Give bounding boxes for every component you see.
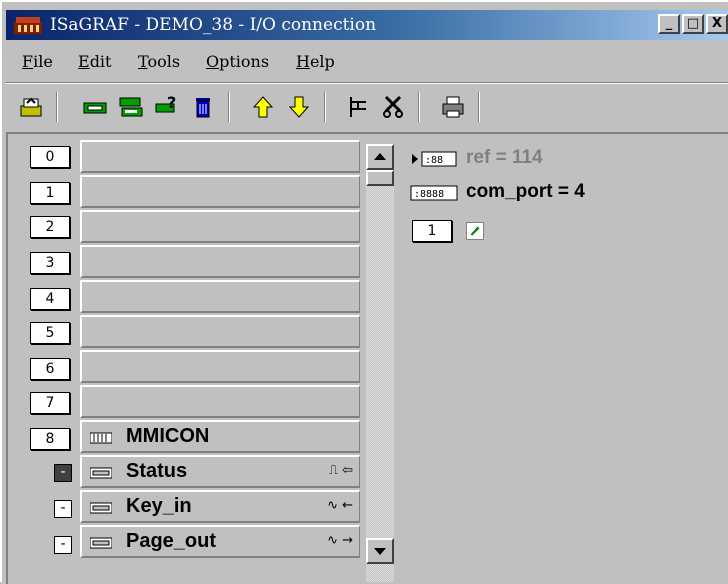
delete-icon[interactable] [190, 94, 216, 120]
slot-bar-2[interactable] [80, 210, 360, 243]
channel-pageout-toggle[interactable]: - [54, 536, 72, 554]
slot-bar-3[interactable] [80, 245, 360, 278]
window-title: ISaGRAF - DEMO_38 - I/O connection [50, 15, 377, 35]
svg-text:?: ? [167, 94, 176, 112]
slot-number-5[interactable]: 5 [30, 322, 70, 344]
toolbar-separator [418, 92, 420, 122]
isagraf-app-icon [14, 17, 42, 34]
move-down-icon[interactable] [286, 94, 312, 120]
arrow-up-icon [374, 153, 386, 160]
scroll-up-button[interactable] [366, 144, 394, 170]
channel-keyin-toggle[interactable]: - [54, 500, 72, 518]
signal-input-icon: ⎍ ⇦ [328, 463, 353, 478]
slot-bar-4[interactable] [80, 280, 360, 313]
toolbar-separator [228, 92, 230, 122]
vertical-scrollbar[interactable] [366, 144, 394, 582]
slot-number-1[interactable]: 1 [30, 182, 70, 204]
svg-text::88: :88 [425, 155, 443, 166]
toolbar-separator [324, 92, 326, 122]
signal-input-icon: ∿ ← [327, 498, 353, 513]
connect-icon[interactable] [346, 94, 372, 120]
menu-help[interactable]: Help [296, 52, 335, 71]
menu-tools[interactable]: Tools [138, 52, 180, 71]
ref-property: ref = 114 [466, 147, 543, 168]
print-icon[interactable] [440, 94, 466, 120]
channel-label: Key_in [126, 495, 192, 517]
slot-number-2[interactable]: 2 [30, 216, 70, 238]
signal-output-icon: ∿ → [327, 533, 353, 548]
toolbar-separator [478, 92, 480, 122]
ref-expand-icon[interactable]: :88 [412, 150, 458, 168]
com-port-property: com_port = 4 [466, 181, 585, 202]
channel-status-toggle[interactable]: - [54, 464, 72, 482]
toolbar: ? [6, 88, 728, 126]
slot-bar-8[interactable]: MMICON [80, 420, 360, 453]
move-up-icon[interactable] [250, 94, 276, 120]
application-window: ISaGRAF - DEMO_38 - I/O connection _ □ X… [0, 0, 728, 584]
slot-number-3[interactable]: 3 [30, 252, 70, 274]
menu-separator [6, 82, 728, 84]
slot-number-6[interactable]: 6 [30, 358, 70, 380]
slot-number-8[interactable]: 8 [30, 428, 70, 450]
board-name: MMICON [126, 425, 210, 447]
slot-number-0[interactable]: 0 [30, 146, 70, 168]
slot-bar-0[interactable] [80, 140, 360, 173]
title-bar[interactable]: ISaGRAF - DEMO_38 - I/O connection _ □ X [6, 10, 728, 40]
menu-edit[interactable]: Edit [78, 52, 111, 71]
scroll-down-button[interactable] [366, 538, 394, 564]
channel-row-status[interactable]: Status ⎍ ⇦ [80, 455, 360, 488]
board-icon[interactable] [82, 94, 108, 120]
arrow-down-icon [374, 548, 386, 555]
channel-label: Page_out [126, 530, 217, 552]
channel-icon [90, 467, 112, 479]
scroll-thumb[interactable] [366, 170, 394, 186]
svg-text::8888: :8888 [414, 189, 444, 200]
disconnect-icon[interactable] [380, 94, 406, 120]
channel-icon [90, 537, 112, 549]
slot-number-4[interactable]: 4 [30, 288, 70, 310]
channel-row-keyin[interactable]: Key_in ∿ ← [80, 490, 360, 523]
integer-type-icon: :8888 [410, 185, 458, 201]
menu-options[interactable]: Options [206, 52, 269, 71]
slot-number-7[interactable]: 7 [30, 392, 70, 414]
edit-pencil-icon[interactable] [466, 222, 484, 240]
slot-bar-6[interactable] [80, 350, 360, 383]
board-info-icon[interactable] [118, 94, 144, 120]
maximize-button[interactable]: □ [682, 14, 704, 34]
slot-bar-1[interactable] [80, 175, 360, 208]
minimize-button[interactable]: _ [658, 14, 680, 34]
slot-bar-7[interactable] [80, 385, 360, 418]
menu-file[interactable]: File [22, 52, 53, 71]
channel-row-pageout[interactable]: Page_out ∿ → [80, 525, 360, 558]
menu-bar: File Edit Tools Options Help [6, 46, 728, 76]
slot-bar-5[interactable] [80, 315, 360, 348]
channel-label: Status [126, 460, 188, 482]
board-icon [90, 432, 112, 444]
close-button[interactable]: X [706, 14, 728, 34]
toolbar-separator [56, 92, 58, 122]
channel-icon [90, 502, 112, 514]
param-index-box[interactable]: 1 [412, 220, 452, 242]
board-params-icon[interactable]: ? [154, 94, 180, 120]
exit-icon[interactable] [18, 94, 44, 120]
